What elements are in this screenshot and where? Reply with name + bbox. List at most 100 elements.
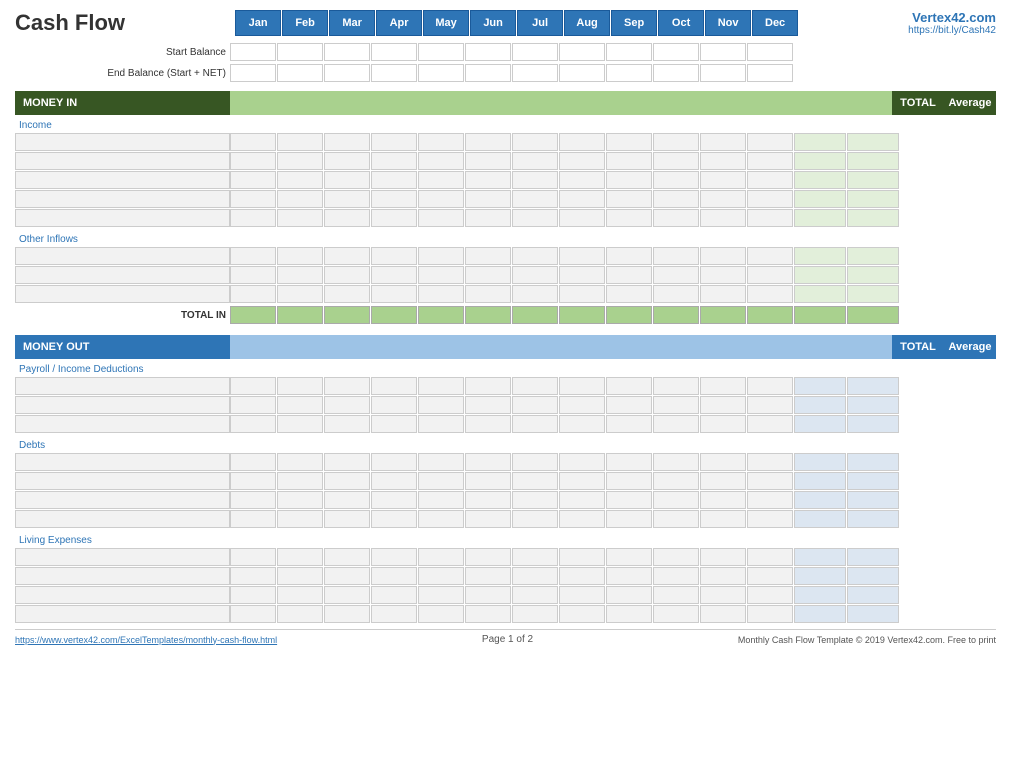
- money-out-label: MONEY OUT: [15, 335, 230, 359]
- other-inflows-label: Other Inflows: [15, 234, 230, 245]
- income-row-2-label[interactable]: [15, 152, 230, 170]
- income-row-1-label[interactable]: [15, 133, 230, 151]
- money-in-avg-header: Average: [944, 91, 996, 115]
- month-buttons: Jan Feb Mar Apr May Jun Jul Aug Sep Oct …: [235, 10, 798, 36]
- start-bal-dec[interactable]: [747, 43, 793, 61]
- month-sep[interactable]: Sep: [611, 10, 657, 36]
- footer-copyright: Monthly Cash Flow Template © 2019 Vertex…: [738, 635, 996, 645]
- month-mar[interactable]: Mar: [329, 10, 375, 36]
- start-bal-aug[interactable]: [559, 43, 605, 61]
- income-row-5-label[interactable]: [15, 209, 230, 227]
- start-bal-may[interactable]: [418, 43, 464, 61]
- inflow-row-2: [15, 266, 996, 284]
- end-bal-dec[interactable]: [747, 64, 793, 82]
- payroll-row-2: [15, 396, 996, 414]
- end-bal-feb[interactable]: [277, 64, 323, 82]
- start-bal-jan[interactable]: [230, 43, 276, 61]
- living-row-3: [15, 586, 996, 604]
- living-row-4: [15, 605, 996, 623]
- month-feb[interactable]: Feb: [282, 10, 328, 36]
- start-bal-jun[interactable]: [465, 43, 511, 61]
- end-balance-cells: [230, 64, 996, 82]
- money-out-filler: [230, 335, 892, 359]
- end-bal-apr[interactable]: [371, 64, 417, 82]
- income-label: Income: [15, 120, 230, 131]
- end-bal-mar[interactable]: [324, 64, 370, 82]
- footer-page: Page 1 of 2: [482, 634, 533, 645]
- balance-section: Start Balance End Balance (Start + NET): [15, 42, 996, 83]
- income-row-2: [15, 152, 996, 170]
- start-bal-nov[interactable]: [700, 43, 746, 61]
- footer-left-link[interactable]: https://www.vertex42.com/ExcelTemplates/…: [15, 635, 277, 645]
- page-title: Cash Flow: [15, 10, 125, 36]
- start-balance-label: Start Balance: [15, 47, 230, 58]
- living-row-2: [15, 567, 996, 585]
- end-bal-nov[interactable]: [700, 64, 746, 82]
- payroll-subheader: Payroll / Income Deductions: [15, 361, 996, 377]
- end-bal-jul[interactable]: [512, 64, 558, 82]
- money-in-filler: [230, 91, 892, 115]
- month-jun[interactable]: Jun: [470, 10, 516, 36]
- start-bal-apr[interactable]: [371, 43, 417, 61]
- money-in-total-header: TOTAL: [892, 91, 944, 115]
- money-in-label: MONEY IN: [15, 91, 230, 115]
- footer: https://www.vertex42.com/ExcelTemplates/…: [15, 629, 996, 645]
- income-subheader: Income: [15, 117, 996, 133]
- start-bal-sep[interactable]: [606, 43, 652, 61]
- income-row-1-cells: [230, 133, 794, 151]
- inflow-row-1: [15, 247, 996, 265]
- month-apr[interactable]: Apr: [376, 10, 422, 36]
- other-inflows-subheader: Other Inflows: [15, 231, 996, 247]
- start-balance-row: Start Balance: [15, 42, 996, 62]
- debts-label: Debts: [15, 440, 230, 451]
- payroll-label: Payroll / Income Deductions: [15, 364, 230, 375]
- end-bal-sep[interactable]: [606, 64, 652, 82]
- living-row-1: [15, 548, 996, 566]
- start-bal-mar[interactable]: [324, 43, 370, 61]
- vertex-info: Vertex42.com https://bit.ly/Cash42: [908, 10, 996, 36]
- month-aug[interactable]: Aug: [564, 10, 610, 36]
- debts-subheader: Debts: [15, 437, 996, 453]
- month-may[interactable]: May: [423, 10, 469, 36]
- month-oct[interactable]: Oct: [658, 10, 704, 36]
- total-in-label: TOTAL IN: [15, 310, 230, 321]
- income-row-3-label[interactable]: [15, 171, 230, 189]
- living-label: Living Expenses: [15, 535, 230, 546]
- end-balance-label: End Balance (Start + NET): [15, 68, 230, 79]
- debt-row-2: [15, 472, 996, 490]
- money-out-section: MONEY OUT TOTAL Average Payroll / Income…: [15, 335, 996, 623]
- header: Cash Flow Jan Feb Mar Apr May Jun Jul Au…: [15, 10, 996, 36]
- end-bal-may[interactable]: [418, 64, 464, 82]
- end-bal-jun[interactable]: [465, 64, 511, 82]
- income-row-4: [15, 190, 996, 208]
- debt-row-1: [15, 453, 996, 471]
- income-row-5: [15, 209, 996, 227]
- payroll-row-3: [15, 415, 996, 433]
- end-bal-oct[interactable]: [653, 64, 699, 82]
- vertex-link[interactable]: https://bit.ly/Cash42: [908, 25, 996, 36]
- debt-row-3: [15, 491, 996, 509]
- inflow-row-3: [15, 285, 996, 303]
- month-jul[interactable]: Jul: [517, 10, 563, 36]
- start-bal-jul[interactable]: [512, 43, 558, 61]
- month-jan[interactable]: Jan: [235, 10, 281, 36]
- debt-row-4: [15, 510, 996, 528]
- end-balance-row: End Balance (Start + NET): [15, 63, 996, 83]
- money-in-header: MONEY IN TOTAL Average: [15, 91, 996, 115]
- month-dec[interactable]: Dec: [752, 10, 798, 36]
- income-row-1: [15, 133, 996, 151]
- end-bal-jan[interactable]: [230, 64, 276, 82]
- start-bal-feb[interactable]: [277, 43, 323, 61]
- income-row-3: [15, 171, 996, 189]
- start-balance-cells: [230, 43, 996, 61]
- vertex-brand: Vertex42.com: [908, 10, 996, 25]
- start-bal-oct[interactable]: [653, 43, 699, 61]
- end-bal-aug[interactable]: [559, 64, 605, 82]
- total-in-cells: [230, 306, 794, 324]
- money-out-total-header: TOTAL: [892, 335, 944, 359]
- income-row-4-label[interactable]: [15, 190, 230, 208]
- month-nov[interactable]: Nov: [705, 10, 751, 36]
- living-subheader: Living Expenses: [15, 532, 996, 548]
- payroll-row-1: [15, 377, 996, 395]
- total-in-row: TOTAL IN: [15, 305, 996, 325]
